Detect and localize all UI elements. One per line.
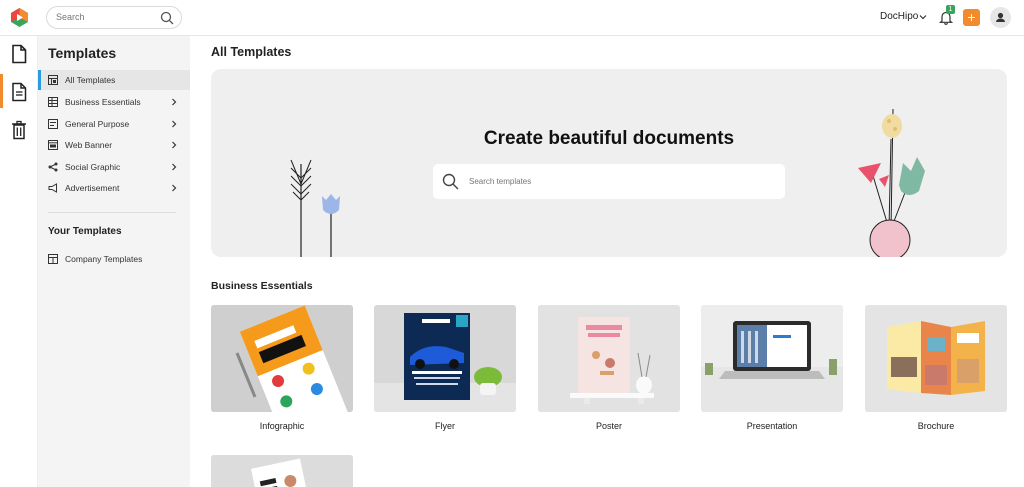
sidebar-item-web-banner[interactable]: Web Banner [38,135,190,155]
sidebar-item-label: Advertisement [65,183,120,193]
template-card-label[interactable]: Infographic [211,421,353,431]
sidebar-title: Templates [48,45,117,61]
sidebar-item-all-templates[interactable]: All Templates [38,70,190,90]
chevron-right-icon[interactable] [171,163,177,171]
templates-doc-icon[interactable] [10,44,28,64]
sidebar-divider [48,212,176,213]
my-documents-icon[interactable] [10,82,28,102]
hero-banner: Create beautiful documents Search templa… [211,69,1007,257]
sidebar-item-label: All Templates [65,75,116,85]
dochipo-logo-icon[interactable] [9,7,30,28]
template-card-label[interactable]: Brochure [865,421,1007,431]
chevron-right-icon[interactable] [171,120,177,128]
brochure-thumbnail [865,305,1007,412]
create-new-button[interactable]: + [963,9,980,26]
doc-lines-icon [48,119,58,129]
account-name[interactable]: DocHipo [880,11,918,22]
sidebar-item-advertisement[interactable]: Advertisement [38,178,190,198]
sidebar-item-business-essentials[interactable]: Business Essentials [38,92,190,112]
flyer-thumbnail [374,305,516,412]
page-title: All Templates [211,45,292,59]
template-card-poster[interactable] [538,305,680,412]
poster-thumbnail [538,305,680,412]
template-card-flyer[interactable] [374,305,516,412]
template-card-presentation[interactable] [701,305,843,412]
template-search-input[interactable]: Search templates [433,164,785,199]
search-icon[interactable] [160,11,174,25]
template-card-label[interactable]: Flyer [374,421,516,431]
sidebar-item-label: Social Graphic [65,162,121,172]
template-card-label[interactable]: Presentation [701,421,843,431]
section-title-business-essentials: Business Essentials [211,280,313,292]
sidebar-item-label: General Purpose [65,119,130,129]
trash-icon[interactable] [10,120,28,140]
template-card-partial[interactable] [211,455,353,487]
table-icon [48,97,58,107]
sidebar-item-label: Web Banner [65,140,113,150]
building-icon [48,254,58,264]
sidebar-item-company-templates[interactable]: Company Templates [38,249,190,269]
partial-template-thumbnail [211,455,353,487]
templates-sidebar: Templates All Templates Business Essenti… [38,36,190,487]
chevron-right-icon[interactable] [171,98,177,106]
template-card-infographic[interactable] [211,305,353,412]
chevron-right-icon[interactable] [171,141,177,149]
icon-rail [0,36,38,487]
sidebar-item-general-purpose[interactable]: General Purpose [38,114,190,134]
dry-plant-illustration [290,159,340,257]
browser-icon [48,140,58,150]
template-card-label[interactable]: Poster [538,421,680,431]
flower-vase-illustration [858,108,925,257]
notification-badge: 1 [946,5,955,14]
share-icon [48,162,58,172]
infographic-thumbnail [211,305,353,412]
sidebar-item-social-graphic[interactable]: Social Graphic [38,157,190,177]
template-card-brochure[interactable] [865,305,1007,412]
avatar[interactable] [990,7,1011,28]
chevron-down-icon[interactable] [919,13,927,21]
megaphone-icon [48,183,57,193]
template-search-placeholder: Search templates [469,177,532,186]
chevron-right-icon[interactable] [171,184,177,192]
presentation-thumbnail [701,305,843,412]
sidebar-item-label: Company Templates [65,254,143,264]
search-input[interactable]: Search [46,6,182,29]
rail-active-indicator [0,74,3,108]
search-placeholder: Search [56,12,85,22]
search-icon[interactable] [442,173,459,190]
sidebar-item-label: Business Essentials [65,97,141,107]
grid-icon [48,75,58,85]
top-bar: Search DocHipo 1 + [0,0,1024,36]
user-icon [996,12,1005,22]
your-templates-heading: Your Templates [48,226,122,237]
